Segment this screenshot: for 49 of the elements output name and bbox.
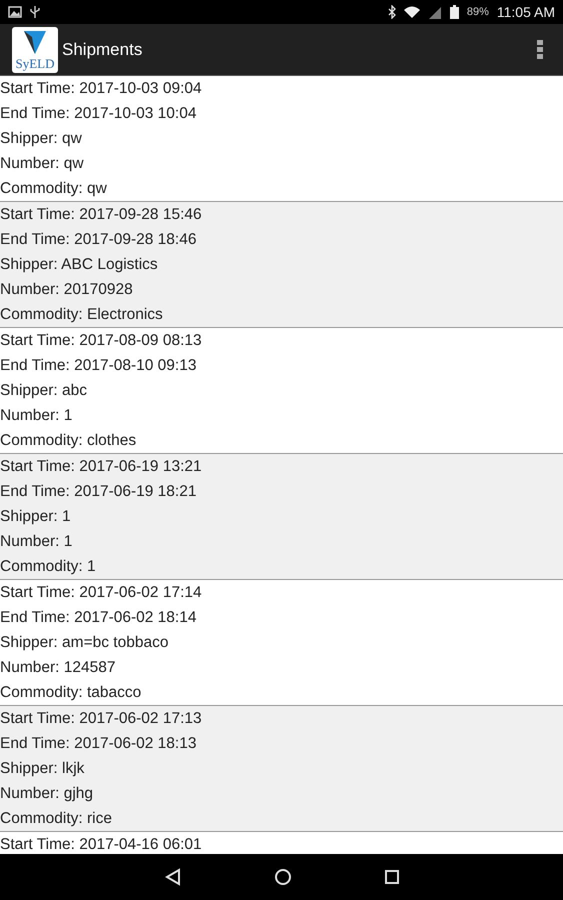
shipment-detail[interactable]: Start Time: 2017-04-16 06:01 [0,832,563,854]
shipment-detail: Commodity: tabacco [0,683,142,703]
shipment-item[interactable]: Start Time: 2017-06-02 17:13 End Time: 2017-06-02 18:13 Shipper: lkjk Number: gjhg Commodity: rice [0,706,563,832]
shipment-detail: Commodity: rice [0,809,113,829]
shipment-detail: Shipper: qw [0,129,83,149]
shipment-detail: End Time: 2017-08-10 09:13 [0,356,198,376]
shipment-detail: Shipper: abc [0,381,88,401]
battery-icon [450,5,459,19]
clock: 11:05 AM [496,4,555,20]
shipment-detail: End Time: 2017-10-03 10:04 [0,104,198,124]
shipment-item[interactable]: Start Time: 2017-06-19 13:21 End Time: 2017-06-19 18:21 Shipper: 1 Number: 1 Commodity: 1 [0,454,563,580]
shipment-detail: Shipper: lkjk [0,759,86,779]
triangle-icon [22,28,48,54]
bluetooth-icon [388,5,396,19]
shipment-detail: Shipper: am=bc tobbaco [0,633,170,653]
menu-icon [537,40,543,60]
shipment-detail: Commodity: Electronics [0,305,164,325]
shipment-detail: End Time: 2017-06-19 18:21 [0,482,198,502]
shipment-detail: Commodity: clothes [0,431,138,451]
back-icon [164,868,182,886]
shipment-detail: Number: 1 [0,532,74,552]
shipment-detail: Commodity: qw [0,179,108,199]
shipment-detail: Start Time: 2017-06-02 17:13 [0,709,203,729]
usb-icon [30,5,40,19]
shipment-detail: Start Time: 2017-06-19 13:21 [0,457,203,477]
shipment-detail: Number: gjhg [0,784,94,804]
shipment-detail: Commodity: 1 [0,557,97,577]
shipment-detail: End Time: 2017-09-28 18:46 [0,230,198,250]
shipment-detail: End Time: 2017-06-02 18:13 [0,734,198,754]
image-icon [8,6,22,18]
screen-title: Shipments [62,40,142,60]
shipment-detail: Number: 1 [0,406,74,426]
battery-level: 89% [466,6,489,18]
shipment-detail: Shipper: ABC Logistics [0,255,159,275]
shipment-detail: Number: 20170928 [0,280,134,300]
wifi-icon [404,6,420,18]
shipment-detail: Start Time: 2017-08-09 08:13 [0,331,203,351]
home-icon [274,868,292,886]
shipment-detail: Start Time: 2017-10-03 09:04 [0,79,203,99]
shipment-detail: Shipper: 1 [0,507,72,527]
shipment-detail: Number: 124587 [0,658,116,678]
logo-text: SyELD [16,56,54,70]
shipment-detail: Start Time: 2017-09-28 15:46 [0,205,203,225]
signal-icon [428,6,442,18]
shipment-detail: End Time: 2017-06-02 18:14 [0,608,198,628]
shipment-detail: Start Time: 2017-06-02 17:14 [0,583,203,603]
shipment-detail: Number: qw [0,154,85,174]
shipment-item[interactable]: Start Time: 2017-09-28 15:46 End Time: 2017-09-28 18:46 Shipper: ABC Logistics Number: 20170928 Commodity: Electronics [0,202,563,328]
recents-icon [384,869,400,885]
